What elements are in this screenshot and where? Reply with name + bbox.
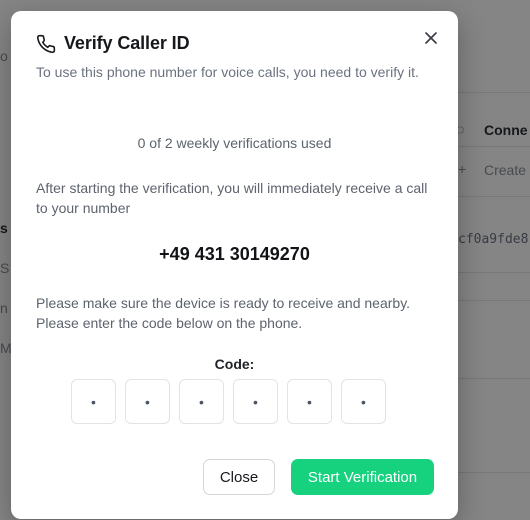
- code-digit-4[interactable]: •: [233, 379, 278, 424]
- weekly-usage-text: 0 of 2 weekly verifications used: [137, 135, 332, 151]
- code-digit-3[interactable]: •: [179, 379, 224, 424]
- code-digit-2[interactable]: •: [125, 379, 170, 424]
- close-icon[interactable]: [420, 27, 442, 49]
- dialog-header: Verify Caller ID: [36, 33, 190, 54]
- verify-caller-id-dialog: Verify Caller ID To use this phone numbe…: [11, 11, 458, 519]
- start-verification-button[interactable]: Start Verification: [291, 459, 434, 495]
- phone-number: +49 431 30149270: [159, 244, 310, 264]
- phone-icon: [36, 34, 56, 54]
- code-digit-5[interactable]: •: [287, 379, 332, 424]
- dialog-title: Verify Caller ID: [64, 33, 190, 53]
- dialog-subtitle: To use this phone number for voice calls…: [36, 64, 419, 80]
- code-input-group: • • • • • •: [71, 379, 386, 424]
- info-text: After starting the verification, you wil…: [36, 180, 428, 216]
- instructions-text: Please make sure the device is ready to …: [36, 295, 411, 331]
- code-digit-6[interactable]: •: [341, 379, 386, 424]
- code-label: Code:: [214, 356, 255, 372]
- close-button[interactable]: Close: [203, 459, 275, 495]
- code-digit-1[interactable]: •: [71, 379, 116, 424]
